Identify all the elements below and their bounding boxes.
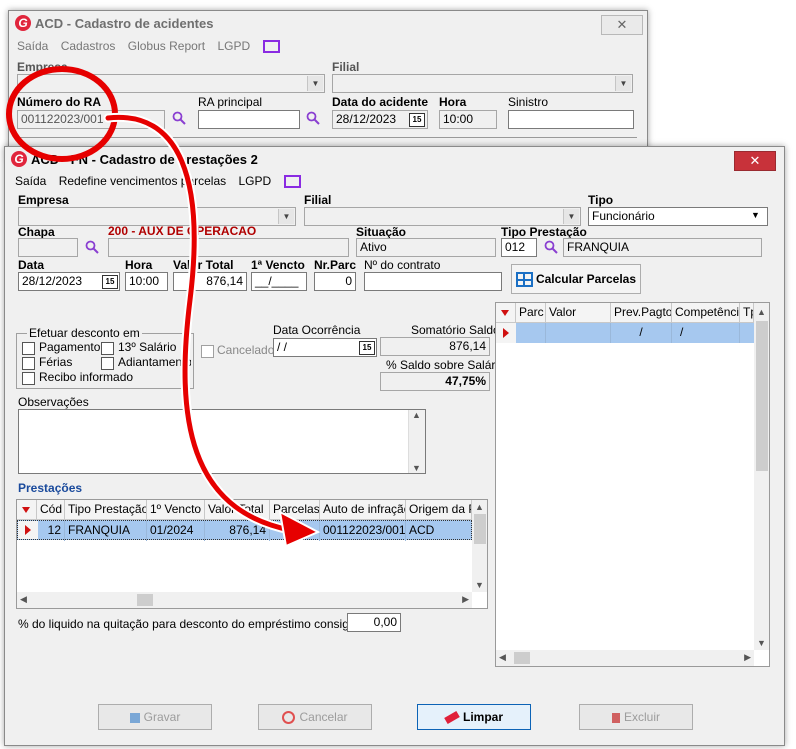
annotation-overlay [6,66,321,548]
arrow-path-icon [103,112,295,535]
highlight-circle [6,66,118,162]
arrow-head-icon [278,510,321,548]
